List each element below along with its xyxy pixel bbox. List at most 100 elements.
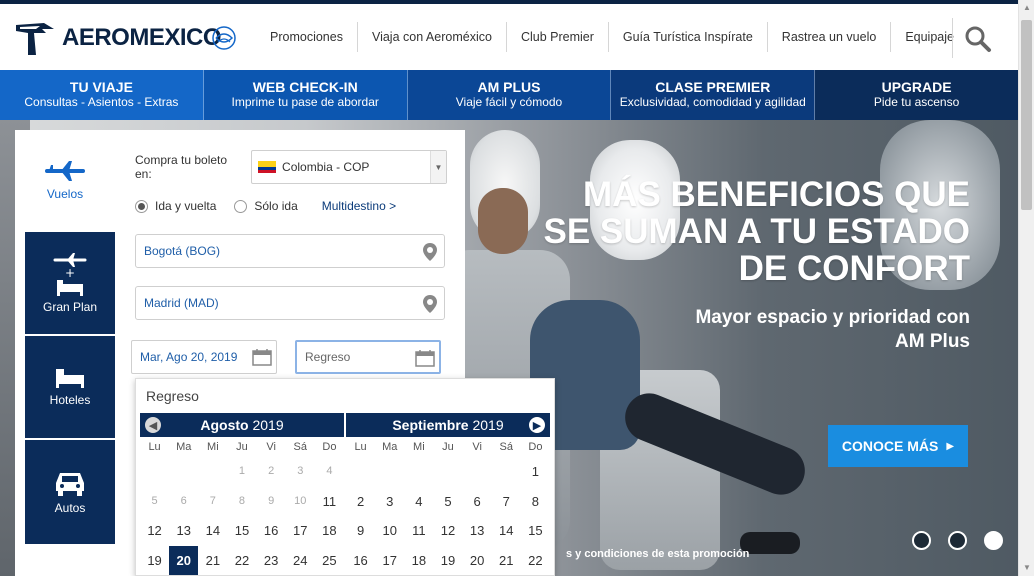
depart-date-field[interactable]: Mar, Ago 20, 2019: [131, 340, 277, 374]
month-header: Septiembre 2019 ▶: [346, 413, 550, 437]
day-cell[interactable]: 17: [286, 516, 315, 546]
day-cell[interactable]: 6: [463, 487, 492, 517]
eagle-logo-icon: [16, 23, 54, 55]
day-cell[interactable]: 25: [315, 546, 344, 576]
day-cell[interactable]: 7: [492, 487, 521, 517]
day-cell: 3: [297, 465, 304, 477]
day-cell: 1: [238, 465, 246, 477]
carousel-dot-3[interactable]: [984, 531, 1003, 550]
weekday-label: Mi: [207, 441, 219, 453]
day-cell[interactable]: 21: [492, 546, 521, 576]
return-date-placeholder: Regreso: [305, 350, 351, 364]
day-cell[interactable]: 13: [169, 516, 198, 546]
origin-field[interactable]: Bogotá (BOG): [135, 234, 445, 268]
month-agosto: ◀ Agosto 2019 Lu Ma Mi Ju Vi Sá Do 1 2 3 4 5 6 7 8 9 10…: [140, 413, 344, 575]
scroll-up-icon[interactable]: ▲: [1019, 0, 1034, 16]
clase-premier-link[interactable]: CLASE PREMIER Exclusividad, comodidad y …: [611, 70, 816, 120]
conoce-mas-button[interactable]: CONOCE MÁS ▶: [828, 425, 968, 467]
tab-label: Hoteles: [49, 393, 91, 407]
day-cell[interactable]: 18: [404, 546, 433, 576]
country-select[interactable]: Colombia - COP ▼: [251, 150, 447, 184]
nav-guia-turistica[interactable]: Guía Turística Inspírate: [607, 22, 767, 52]
cta-label: CONOCE MÁS: [841, 438, 939, 454]
day-cell[interactable]: 3: [375, 487, 404, 517]
trip-round-option[interactable]: Ida y vuelta: [135, 199, 216, 213]
day-cell[interactable]: 4: [404, 487, 433, 517]
day-cell[interactable]: 23: [257, 546, 286, 576]
destination-field[interactable]: Madrid (MAD): [135, 286, 445, 320]
empty-day-cell: [375, 457, 404, 487]
day-cell[interactable]: 22: [227, 546, 256, 576]
day-grid: 1 2 3 4 5 6 7 8 9 10 11 12 13 14 15 16 17 18 19 20 21 22: [346, 457, 550, 575]
day-cell[interactable]: 24: [286, 546, 315, 576]
next-month-icon[interactable]: ▶: [528, 416, 546, 434]
day-cell[interactable]: 14: [492, 516, 521, 546]
tab-hoteles[interactable]: Hoteles: [25, 336, 115, 440]
day-cell[interactable]: 14: [198, 516, 227, 546]
page-scrollbar[interactable]: ▲ ▼: [1018, 0, 1034, 576]
day-cell[interactable]: 20: [169, 545, 199, 575]
day-cell[interactable]: 15: [521, 516, 550, 546]
carousel-dots: [912, 531, 1003, 550]
return-date-field[interactable]: Regreso: [295, 340, 441, 374]
hero-title: MÁS BENEFICIOS QUE SE SUMAN A TU ESTADO …: [543, 175, 971, 288]
tab-vuelos[interactable]: Vuelos: [15, 130, 115, 232]
day-cell[interactable]: 16: [257, 516, 286, 546]
destination-value: Madrid (MAD): [144, 296, 219, 310]
day-cell[interactable]: 10: [375, 516, 404, 546]
day-cell[interactable]: 11: [404, 516, 433, 546]
upgrade-link[interactable]: UPGRADE Pide tu ascenso: [815, 70, 1018, 120]
day-cell[interactable]: 8: [521, 487, 550, 517]
trip-oneway-option[interactable]: Sólo ida: [234, 199, 298, 213]
aeromexico-logo[interactable]: AEROMEXICO: [14, 18, 222, 58]
day-cell[interactable]: 16: [346, 546, 375, 576]
scroll-down-icon[interactable]: ▼: [1019, 560, 1034, 576]
day-cell[interactable]: 22: [521, 546, 550, 576]
month-name: Agosto: [200, 417, 249, 433]
day-cell[interactable]: 19: [433, 546, 462, 576]
carousel-dot-2[interactable]: [948, 531, 967, 550]
prev-month-icon[interactable]: ◀: [144, 416, 162, 434]
skyteam-icon: [212, 26, 236, 50]
trip-type-row: Ida y vuelta Sólo ida Multidestino >: [135, 196, 447, 216]
nav-club-premier[interactable]: Club Premier: [505, 22, 608, 52]
weekday-label: Ma: [382, 441, 398, 453]
search-button[interactable]: [952, 18, 992, 58]
weekday-label: Do: [322, 441, 337, 453]
day-cell[interactable]: 17: [375, 546, 404, 576]
terms-link[interactable]: s y condiciones de esta promoción: [566, 548, 749, 560]
day-cell[interactable]: 21: [198, 546, 227, 576]
tab-gran-plan[interactable]: + Gran Plan: [25, 232, 115, 336]
country-row: Compra tu boleto en: Colombia - COP ▼: [135, 150, 447, 184]
day-cell[interactable]: 19: [140, 546, 169, 576]
tab-autos[interactable]: Autos: [25, 440, 115, 546]
tu-viaje-link[interactable]: TU VIAJE Consultas - Asientos - Extras: [0, 70, 204, 120]
scroll-thumb[interactable]: [1021, 20, 1032, 210]
chevron-right-icon: ▶: [946, 440, 955, 452]
am-plus-link[interactable]: AM PLUS Viaje fácil y cómodo: [407, 70, 612, 120]
logo-wordmark: AEROMEXICO: [62, 24, 222, 51]
day-cell[interactable]: 9: [346, 516, 375, 546]
day-cell[interactable]: 2: [346, 487, 375, 517]
weekday-row: Lu Ma Mi Ju Vi Sá Do: [140, 437, 344, 457]
day-cell[interactable]: 5: [433, 487, 462, 517]
day-cell[interactable]: 13: [463, 516, 492, 546]
day-cell: 7: [209, 494, 216, 507]
nav-rastrea-vuelo[interactable]: Rastrea un vuelo: [766, 22, 891, 52]
day-cell[interactable]: 12: [140, 516, 169, 546]
depart-date-value: Mar, Ago 20, 2019: [140, 350, 238, 364]
day-cell[interactable]: 15: [227, 516, 256, 546]
radio-round[interactable]: [135, 199, 148, 213]
nav-viaja[interactable]: Viaja con Aeroméxico: [356, 22, 506, 52]
day-cell[interactable]: 11: [315, 487, 344, 517]
web-checkin-link[interactable]: WEB CHECK-IN Imprime tu pase de abordar: [203, 70, 408, 120]
day-cell[interactable]: 12: [433, 516, 462, 546]
radio-oneway[interactable]: [234, 199, 248, 213]
day-cell[interactable]: 1: [521, 457, 550, 487]
country-label: Compra tu boleto en:: [135, 153, 228, 181]
day-cell[interactable]: 20: [463, 546, 492, 576]
day-cell[interactable]: 18: [315, 516, 344, 546]
carousel-dot-1[interactable]: [912, 531, 931, 550]
multidestino-link[interactable]: Multidestino >: [322, 199, 396, 213]
nav-promociones[interactable]: Promociones: [256, 22, 357, 52]
